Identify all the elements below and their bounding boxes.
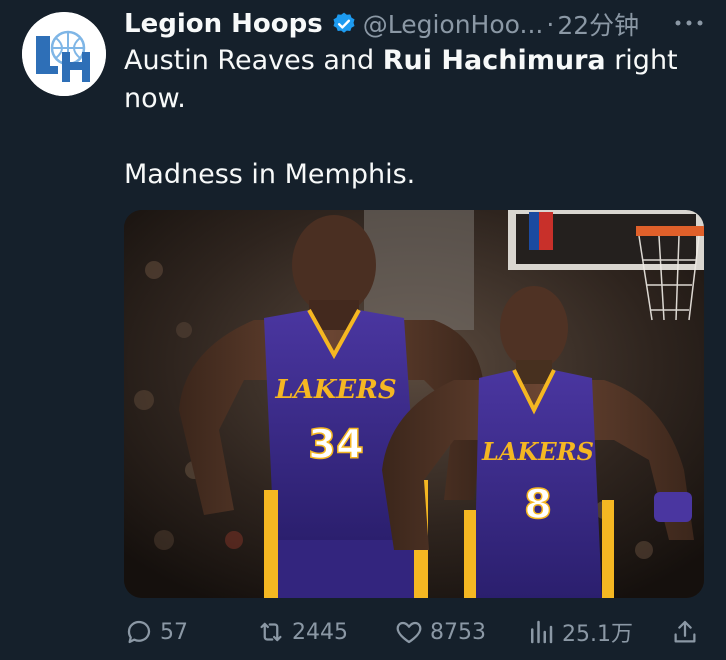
more-dots-icon[interactable] [674,6,704,34]
tweet-image[interactable]: LAKERS 34 LAKERS 8 [124,210,704,598]
reply-icon [127,620,151,644]
basketball-players-photo: LAKERS 34 LAKERS 8 [124,210,704,598]
user-handle[interactable]: @LegionHoo... [363,10,544,39]
svg-text:8: 8 [524,482,552,528]
tweet-text-line-3: Madness in Memphis. [124,159,416,190]
heart-icon [396,621,422,644]
retweet-button[interactable]: 2445 [256,612,348,652]
like-count: 8753 [430,619,486,645]
retweet-icon [260,622,282,642]
retweet-count: 2445 [292,619,348,645]
verified-badge-icon [331,11,357,37]
reply-count: 57 [160,619,188,645]
tweet-actions: 57 2445 8753 25.1万 [124,612,706,652]
text-plain-end: right [605,45,678,76]
text-plain: Austin Reaves and [124,45,383,76]
tweet-header: Legion Hoops @LegionHoo... · 22分钟 [124,4,639,44]
views-count: 25.1万 [562,622,633,647]
reply-button[interactable]: 57 [124,612,188,652]
separator-dot: · [546,9,555,39]
avatar[interactable] [22,12,106,96]
legion-hoops-logo [22,12,106,96]
views-chart-icon [531,620,553,644]
tweet-text: Austin Reaves and Rui Hachimura right no… [124,42,684,194]
svg-text:34: 34 [308,422,364,468]
like-button[interactable]: 8753 [394,612,486,652]
views-button[interactable]: 25.1万 [526,612,633,652]
timestamp[interactable]: 22分钟 [557,6,639,42]
tweet[interactable]: Legion Hoops @LegionHoo... · 22分钟 Austin… [0,0,726,660]
tweet-text-line-2: now. [124,83,186,114]
svg-text:LAKERS: LAKERS [481,437,594,466]
tweet-text-line-1: Austin Reaves and Rui Hachimura right [124,42,684,80]
share-icon [674,620,696,643]
display-name[interactable]: Legion Hoops [124,9,323,39]
svg-text:LAKERS: LAKERS [274,375,396,405]
share-button[interactable] [670,612,706,652]
text-bold-name: Rui Hachimura [382,45,606,76]
